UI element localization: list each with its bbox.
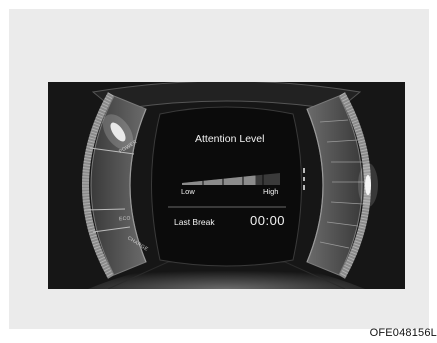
figure-frame: Attention Level Low High Last Break 00:0…: [9, 9, 429, 329]
last-break-time: 00:00: [250, 213, 286, 228]
cluster-graphics: [48, 82, 405, 289]
instrument-cluster: Attention Level Low High Last Break 00:0…: [48, 82, 405, 289]
figure-code: OFE048156L: [369, 327, 437, 339]
center-display-panel: [151, 106, 302, 267]
attention-level-title: Attention Level: [195, 133, 265, 145]
mode-eco-label: ECO: [118, 215, 131, 223]
side-indicator: [303, 168, 305, 190]
last-break-label: Last Break: [174, 217, 215, 227]
scale-low-label: Low: [181, 187, 195, 196]
scale-high-label: High: [263, 187, 279, 196]
